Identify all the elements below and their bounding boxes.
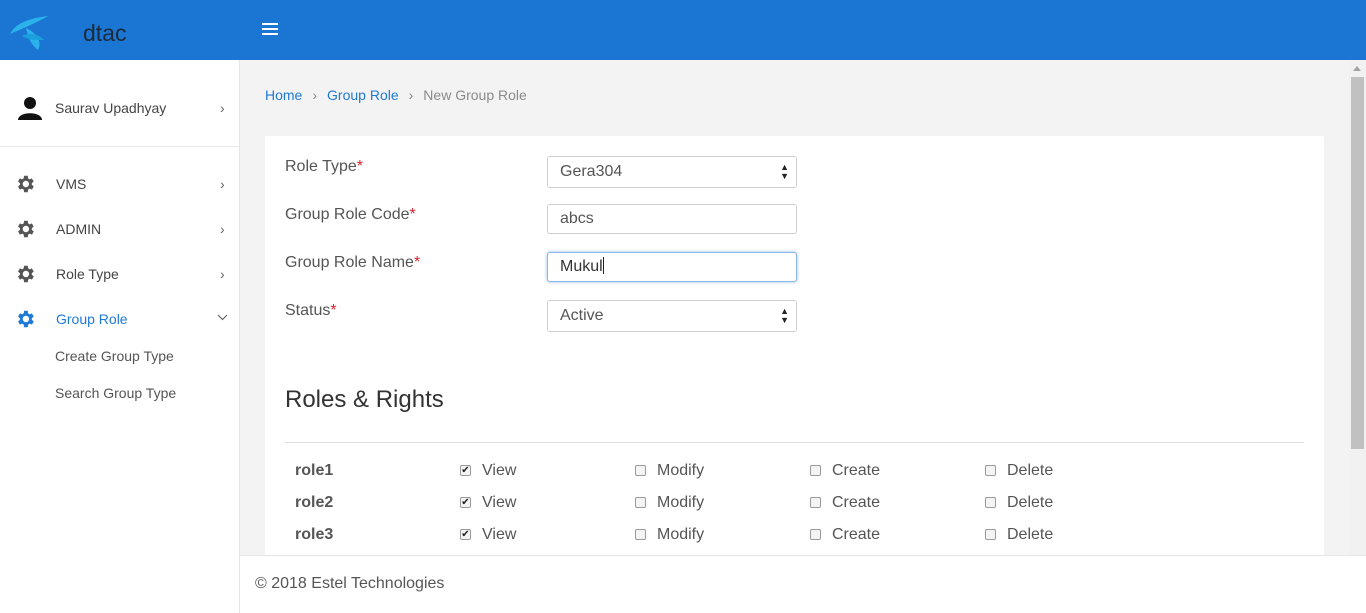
sidebar-item-role-type[interactable]: Role Type › <box>0 253 240 293</box>
sidebar-subitem-search-group-type[interactable]: Search Group Type <box>55 385 176 401</box>
top-bar: dtac <box>0 0 1366 60</box>
group-role-name-value: Mukul <box>560 258 603 275</box>
brand-name: dtac <box>83 20 127 46</box>
view-label: View <box>482 494 517 511</box>
role-type-label-text: Role Type <box>285 158 357 175</box>
role-type-label: Role Type* <box>285 158 363 176</box>
role-type-value: Gera304 <box>560 163 623 180</box>
chevron-right-icon: › <box>220 176 225 192</box>
create-checkbox[interactable] <box>810 529 821 540</box>
sidebar-item-group-role[interactable]: Group Role <box>0 298 240 338</box>
role-type-select[interactable]: Gera304 ▲ ▼ <box>547 156 797 188</box>
create-label: Create <box>832 494 881 511</box>
group-role-name-label-text: Group Role Name <box>285 254 414 271</box>
select-arrows-icon: ▲ ▼ <box>780 306 789 325</box>
group-role-name-input[interactable]: Mukul <box>547 252 797 282</box>
modify-checkbox[interactable] <box>635 529 646 540</box>
sidebar-item-admin[interactable]: ADMIN › <box>0 208 240 248</box>
footer-copyright: © 2018 Estel Technologies <box>255 575 445 592</box>
user-name: Saurav Upadhyay <box>55 100 167 116</box>
create-checkbox[interactable] <box>810 497 821 508</box>
footer: © 2018 Estel Technologies <box>240 555 1366 613</box>
view-label: View <box>482 526 517 543</box>
section-divider <box>285 442 1304 443</box>
view-checkbox[interactable]: ✔ <box>460 465 471 476</box>
dtac-logo-icon[interactable] <box>8 12 52 52</box>
breadcrumb-current: New Group Role <box>423 87 527 103</box>
modify-checkbox[interactable] <box>635 465 646 476</box>
delete-checkbox[interactable] <box>985 529 996 540</box>
sidebar-item-label: Group Role <box>56 311 128 327</box>
gear-icon <box>18 220 34 238</box>
create-checkbox[interactable] <box>810 465 821 476</box>
delete-label: Delete <box>1007 462 1054 479</box>
status-label: Status* <box>285 302 337 320</box>
breadcrumb-separator-icon: › <box>408 87 414 103</box>
breadcrumb-group-role-link[interactable]: Group Role <box>327 87 399 103</box>
sidebar: Saurav Upadhyay › VMS › ADMIN › Role Typ… <box>0 60 240 613</box>
group-role-code-input[interactable]: abcs <box>547 204 797 234</box>
chevron-right-icon: › <box>220 221 225 237</box>
chevron-right-icon: › <box>220 100 225 116</box>
create-label: Create <box>832 526 881 543</box>
delete-label: Delete <box>1007 526 1054 543</box>
sidebar-item-label: VMS <box>56 176 87 192</box>
required-marker: * <box>356 158 363 175</box>
delete-checkbox[interactable] <box>985 497 996 508</box>
group-role-code-value: abcs <box>560 210 594 227</box>
view-checkbox[interactable]: ✔ <box>460 497 471 508</box>
chevron-right-icon: › <box>220 266 225 282</box>
breadcrumb: Home › Group Role › New Group Role <box>265 87 527 103</box>
group-role-form-card: Role Type* Gera304 ▲ ▼ Group Role Code* a… <box>265 136 1324 566</box>
view-checkbox[interactable]: ✔ <box>460 529 471 540</box>
scroll-up-arrow-icon[interactable] <box>1353 66 1361 71</box>
breadcrumb-separator-icon: › <box>312 87 318 103</box>
status-label-text: Status <box>285 302 331 319</box>
sidebar-item-vms[interactable]: VMS › <box>0 163 240 203</box>
view-label: View <box>482 462 517 479</box>
chevron-down-icon <box>217 314 228 321</box>
modify-label: Modify <box>657 462 705 479</box>
scroll-thumb[interactable] <box>1351 77 1364 449</box>
breadcrumb-home-link[interactable]: Home <box>265 87 302 103</box>
sidebar-item-label: Role Type <box>56 266 119 282</box>
role-name: role2 <box>295 494 334 511</box>
group-role-name-label: Group Role Name* <box>285 254 420 272</box>
delete-checkbox[interactable] <box>985 465 996 476</box>
modify-label: Modify <box>657 494 705 511</box>
gear-icon <box>18 310 34 328</box>
user-icon <box>18 97 42 120</box>
text-caret <box>602 257 604 274</box>
required-marker: * <box>330 302 337 319</box>
create-label: Create <box>832 462 881 479</box>
sidebar-subitem-create-group-type[interactable]: Create Group Type <box>55 348 174 364</box>
hamburger-icon[interactable] <box>262 23 278 37</box>
role-row: role2 ✔ View Modify Create Delete <box>295 494 1295 518</box>
sidebar-item-label: ADMIN <box>56 221 102 237</box>
group-role-code-label: Group Role Code* <box>285 206 416 224</box>
roles-rights-title: Roles & Rights <box>285 386 444 413</box>
user-profile[interactable]: Saurav Upadhyay › <box>0 60 240 147</box>
role-name: role3 <box>295 526 334 543</box>
modify-checkbox[interactable] <box>635 497 646 508</box>
modify-label: Modify <box>657 526 705 543</box>
vertical-scrollbar[interactable] <box>1349 60 1366 555</box>
role-name: role1 <box>295 462 334 479</box>
delete-label: Delete <box>1007 494 1054 511</box>
role-row: role3 ✔ View Modify Create Delete <box>295 526 1295 550</box>
role-row: role1 ✔ View Modify Create Delete <box>295 462 1295 486</box>
status-value: Active <box>560 307 604 324</box>
required-marker: * <box>409 206 416 223</box>
status-select[interactable]: Active ▲ ▼ <box>547 300 797 332</box>
required-marker: * <box>413 254 421 271</box>
select-arrows-icon: ▲ ▼ <box>780 162 789 181</box>
gear-icon <box>18 175 34 193</box>
group-role-code-label-text: Group Role Code <box>285 206 410 223</box>
gear-icon <box>18 265 34 283</box>
